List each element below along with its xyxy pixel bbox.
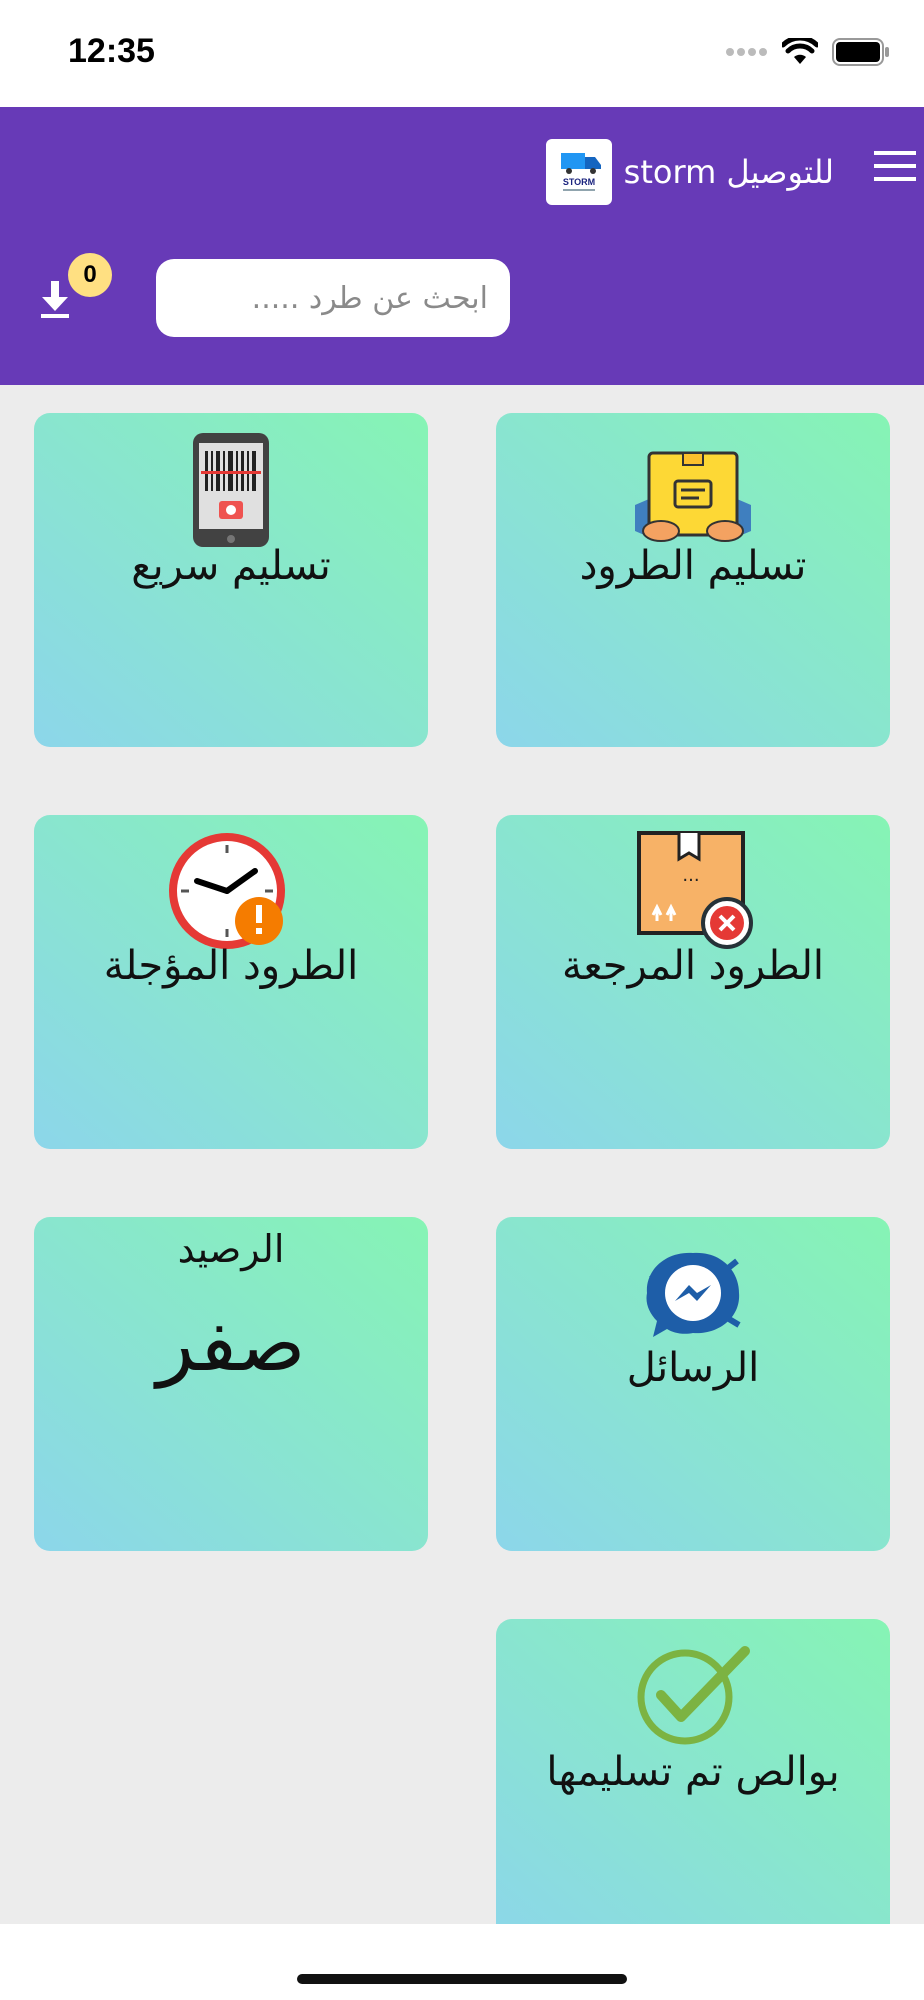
- signal-icon: [726, 48, 767, 56]
- battery-icon: [832, 38, 889, 66]
- truck-logo-icon: STORM: [560, 153, 601, 191]
- tile-postponed-parcels[interactable]: الطرود المؤجلة: [34, 815, 428, 1149]
- download-icon[interactable]: [38, 275, 72, 319]
- tile-label: الرسائل: [626, 1345, 760, 1391]
- tile-balance[interactable]: الرصيد صفر: [34, 1217, 428, 1551]
- tile-returned-parcels[interactable]: ... الطرود المرجعة: [496, 815, 890, 1149]
- messenger-icon: [646, 1252, 741, 1337]
- tile-messages[interactable]: الرسائل: [496, 1217, 890, 1551]
- tile-label: الطرود المرجعة: [562, 943, 824, 989]
- tile-label: تسليم الطرود: [579, 543, 807, 589]
- tile-label: تسليم سريع: [131, 543, 331, 589]
- status-time: 12:35: [68, 32, 155, 70]
- app-header: storm للتوصيل STORM 0: [0, 107, 924, 385]
- barcode-scanner-phone-icon: [193, 433, 269, 547]
- status-bar: 12:35: [0, 0, 924, 107]
- wifi-icon: [782, 38, 818, 64]
- app-title: storm للتوصيل: [623, 153, 834, 191]
- box-hands-icon: [635, 451, 751, 542]
- tile-label: الطرود المؤجلة: [103, 943, 359, 989]
- returned-box-icon: ...: [637, 831, 753, 949]
- menu-icon[interactable]: [874, 151, 916, 181]
- tile-delivered-policies[interactable]: بوالص تم تسليمها: [496, 1619, 890, 1953]
- status-icons: [726, 38, 890, 66]
- bottom-safe-area: [0, 1924, 924, 2000]
- logo-text: STORM: [563, 177, 595, 187]
- check-circle-icon: [637, 1646, 750, 1745]
- search-input[interactable]: [156, 259, 510, 337]
- clock-warning-icon: [169, 833, 285, 949]
- svg-text:...: ...: [682, 865, 699, 886]
- tile-deliver-parcels[interactable]: تسليم الطرود: [496, 413, 890, 747]
- tile-quick-delivery[interactable]: تسليم سريع: [34, 413, 428, 747]
- tile-label: بوالص تم تسليمها: [546, 1749, 840, 1795]
- balance-label: الرصيد: [177, 1227, 285, 1271]
- download-count-badge: 0: [68, 253, 112, 297]
- home-indicator[interactable]: [297, 1974, 627, 1984]
- app-logo: STORM: [545, 139, 612, 205]
- brand: storm للتوصيل STORM: [545, 139, 834, 205]
- balance-value: صفر: [156, 1299, 306, 1389]
